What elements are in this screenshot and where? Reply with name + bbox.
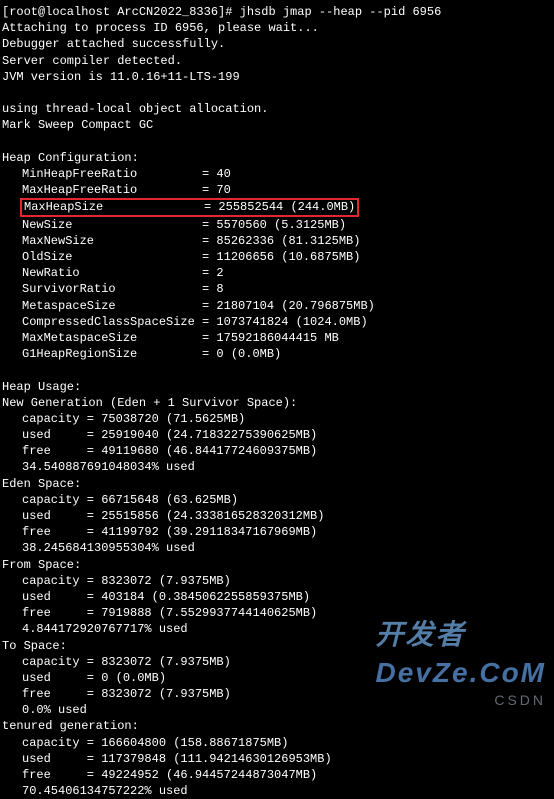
section-header: From Space: [2, 557, 552, 573]
section-header: tenured generation: [2, 718, 552, 734]
highlight-box: MaxHeapSize = 255852544 (244.0MB) [20, 198, 359, 216]
section-header: New Generation (Eden + 1 Survivor Space)… [2, 395, 552, 411]
config-row: NewRatio = 2 [2, 265, 552, 281]
output-line: Debugger attached successfully. [2, 36, 552, 52]
blank [2, 362, 552, 378]
config-row: SurvivorRatio = 8 [2, 281, 552, 297]
percent-used: 38.245684130955304% used [2, 540, 552, 556]
usage-row: free = 49119680 (46.84417724609375MB) [2, 443, 552, 459]
config-row: MaxNewSize = 85262336 (81.3125MB) [2, 233, 552, 249]
config-row: OldSize = 11206656 (10.6875MB) [2, 249, 552, 265]
usage-row: used = 25515856 (24.333816528320312MB) [2, 508, 552, 524]
config-row: MaxHeapSize = 255852544 (244.0MB) [2, 198, 552, 216]
usage-row: free = 7919888 (7.5529937744140625MB) [2, 605, 552, 621]
config-row: MaxMetaspaceSize = 17592186044415 MB [2, 330, 552, 346]
usage-row: free = 49224952 (46.94457244873047MB) [2, 767, 552, 783]
usage-row: capacity = 75038720 (71.5625MB) [2, 411, 552, 427]
heap-config-title: Heap Configuration: [2, 150, 552, 166]
section-header: Eden Space: [2, 476, 552, 492]
usage-row: capacity = 166604800 (158.88671875MB) [2, 735, 552, 751]
usage-row: used = 25919040 (24.71832275390625MB) [2, 427, 552, 443]
usage-row: free = 8323072 (7.9375MB) [2, 686, 552, 702]
usage-row: used = 403184 (0.3845062255859375MB) [2, 589, 552, 605]
output-line: Server compiler detected. [2, 53, 552, 69]
usage-row: free = 41199792 (39.29118347167969MB) [2, 524, 552, 540]
output-line: using thread-local object allocation. [2, 101, 552, 117]
output-line: JVM version is 11.0.16+11-LTS-199 [2, 69, 552, 85]
output-line: Attaching to process ID 6956, please wai… [2, 20, 552, 36]
usage-row: used = 0 (0.0MB) [2, 670, 552, 686]
usage-row: used = 117379848 (111.94214630126953MB) [2, 751, 552, 767]
config-row: G1HeapRegionSize = 0 (0.0MB) [2, 346, 552, 362]
usage-row: capacity = 66715648 (63.625MB) [2, 492, 552, 508]
usage-row: capacity = 8323072 (7.9375MB) [2, 573, 552, 589]
config-row: MetaspaceSize = 21807104 (20.796875MB) [2, 298, 552, 314]
output-line: Mark Sweep Compact GC [2, 117, 552, 133]
config-row: CompressedClassSpaceSize = 1073741824 (1… [2, 314, 552, 330]
config-row: MinHeapFreeRatio = 40 [2, 166, 552, 182]
config-row: NewSize = 5570560 (5.3125MB) [2, 217, 552, 233]
heap-usage-title: Heap Usage: [2, 379, 552, 395]
output-line [2, 85, 552, 101]
blank [2, 134, 552, 150]
percent-used: 34.540887691048034% used [2, 459, 552, 475]
section-header: To Space: [2, 638, 552, 654]
shell-prompt: [root@localhost ArcCN2022_8336]# jhsdb j… [2, 4, 552, 20]
percent-used: 0.0% used [2, 702, 552, 718]
config-row: MaxHeapFreeRatio = 70 [2, 182, 552, 198]
percent-used: 70.45406134757222% used [2, 783, 552, 799]
percent-used: 4.844172920767717% used [2, 621, 552, 637]
usage-row: capacity = 8323072 (7.9375MB) [2, 654, 552, 670]
